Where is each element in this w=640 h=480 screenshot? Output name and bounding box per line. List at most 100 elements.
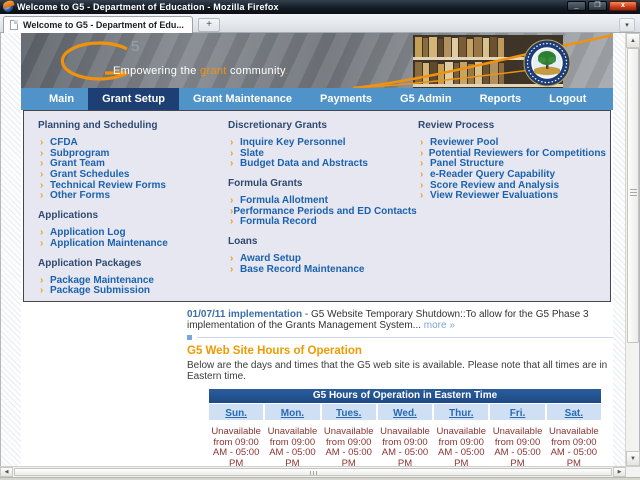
hours-heading: G5 Web Site Hours of Operation — [187, 345, 362, 357]
page-viewport: 5 Empowering the grant community. Main Gr… — [0, 33, 640, 467]
tab-welcome-to-g5[interactable]: Welcome to G5 - Department of Edu... — [3, 16, 193, 33]
vertical-scroll-thumb[interactable] — [627, 48, 639, 343]
scroll-left-icon[interactable]: ◀ — [0, 467, 13, 477]
thumb-grip — [313, 471, 314, 475]
thumb-grip — [316, 471, 317, 475]
news-separator: - — [302, 309, 311, 320]
list-all-tabs-button[interactable]: ▾ — [619, 18, 635, 32]
g5-page: 5 Empowering the grant community. Main Gr… — [21, 33, 613, 467]
day-header-row: Sun. Mon. Tues. Wed. Thur. Fri. Sat. — [209, 404, 601, 420]
section-heading: Review Process — [418, 120, 495, 131]
dropdown-link-package-submission[interactable]: › Package Submission — [38, 285, 226, 297]
vertical-scrollbar[interactable]: ▲ ▼ — [625, 33, 640, 466]
day-link-sun[interactable]: Sun. — [225, 408, 247, 419]
thumb-grip — [630, 189, 637, 190]
day-header-cell: Wed. — [377, 404, 433, 420]
page-icon — [10, 20, 18, 30]
department-of-education-seal — [523, 39, 571, 87]
minimize-button[interactable]: _ — [567, 1, 586, 11]
day-link-sat[interactable]: Sat. — [565, 408, 583, 419]
day-header-cell: Sun. — [209, 404, 264, 420]
tagline-pre: Empowering the — [113, 65, 201, 77]
tagline: Empowering the grant community. — [113, 65, 288, 77]
link-label: Budget Data and Abstracts — [240, 158, 368, 170]
day-link-fri[interactable]: Fri. — [510, 408, 526, 419]
menu-bar: Main Grant Setup Grant Maintenance Payments… — [21, 88, 613, 110]
section-heading: Planning and Scheduling — [38, 120, 158, 131]
horizontal-scrollbar[interactable]: ◀ ▶ — [0, 466, 640, 477]
dropdown-section-application-packages: Application Packages › Package Maintenance… — [38, 258, 226, 297]
dropdown-panel: Planning and Scheduling › CFDA › Subprogram ›… — [23, 110, 611, 302]
dropdown-section-formula-grants: Formula Grants › Formula Allotment › Perform… — [228, 178, 417, 228]
dropdown-link-budget-data-and-abstracts[interactable]: › Budget Data and Abstracts — [228, 159, 416, 170]
availability-cell: Unavailable from 09:00 AM - 05:00 PM — [380, 426, 430, 466]
more-link[interactable]: more » — [424, 320, 455, 331]
menu-item-reports[interactable]: Reports — [466, 88, 536, 110]
day-header-cell: Fri. — [490, 404, 545, 420]
menu-item-grant-setup[interactable]: Grant Setup — [88, 88, 180, 110]
menu-item-grant-maintenance[interactable]: Grant Maintenance — [179, 88, 306, 110]
hours-table: G5 Hours of Operation in Eastern Time Su… — [209, 389, 601, 467]
menu-item-g5-admin[interactable]: G5 Admin — [386, 88, 466, 110]
day-link-wed[interactable]: Wed. — [393, 408, 417, 419]
dropdown-section-loans: Loans › Award Setup › Base Record Maintenanc… — [228, 236, 416, 275]
horizontal-scroll-thumb[interactable] — [14, 468, 612, 476]
dropdown-link-other-forms[interactable]: › Other Forms — [38, 191, 226, 202]
link-label: Package Submission — [50, 285, 151, 297]
section-heading: Applications — [38, 210, 99, 222]
browser-window: Welcome to G5 - Department of Education … — [0, 0, 640, 480]
tab-strip: Welcome to G5 - Department of Edu... + ▾ — [0, 14, 640, 33]
day-link-tues[interactable]: Tues. — [336, 408, 361, 419]
chevron-right-icon: › — [230, 158, 234, 170]
chevron-right-icon: › — [40, 237, 44, 249]
section-heading: Discretionary Grants — [228, 120, 327, 131]
tagline-period: . — [285, 65, 289, 77]
dropdown-section-planning-and-scheduling: Planning and Scheduling › CFDA › Subprogram ›… — [38, 120, 226, 202]
g5-logo: 5 — [60, 38, 139, 81]
chevron-right-icon: › — [230, 263, 234, 275]
dropdown-section-review-process: Review Process › Reviewer Pool › Potential R… — [418, 120, 606, 202]
day-link-mon[interactable]: Mon. — [281, 408, 304, 419]
thumb-grip — [310, 471, 311, 475]
link-label: Application Maintenance — [50, 237, 168, 249]
dropdown-link-view-reviewer-evaluations[interactable]: › View Reviewer Evaluations — [418, 191, 606, 202]
day-link-thur[interactable]: Thur. — [449, 408, 473, 419]
maximize-button[interactable]: ❐ — [588, 1, 607, 11]
dropdown-link-formula-record[interactable]: › Formula Record — [228, 217, 416, 228]
chevron-right-icon: › — [40, 285, 44, 297]
bookshelf-image — [352, 33, 613, 88]
divider-line — [197, 337, 613, 338]
menu-item-payments[interactable]: Payments — [306, 88, 386, 110]
close-button[interactable]: x — [609, 1, 637, 11]
day-header-cell: Thur. — [434, 404, 489, 420]
new-tab-button[interactable]: + — [198, 18, 220, 32]
site-banner: 5 Empowering the grant community. — [21, 33, 613, 88]
hours-body-row: Unavailable from 09:00 AM - 05:00 PM Unav… — [209, 420, 601, 466]
link-label: Formula Record — [240, 216, 317, 228]
section-heading: Loans — [228, 236, 258, 248]
link-label: Other Forms — [50, 190, 111, 202]
scroll-right-icon[interactable]: ▶ — [613, 467, 626, 477]
link-label: Base Record Maintenance — [240, 263, 365, 275]
hours-table-title: G5 Hours of Operation in Eastern Time — [209, 389, 601, 403]
dropdown-column: Discretionary Grants › Inquire Key Personn… — [228, 120, 417, 284]
tab-label: Welcome to G5 - Department of Edu... — [23, 20, 184, 30]
logo-five: 5 — [131, 38, 139, 55]
chevron-right-icon: › — [420, 190, 424, 202]
divider-square — [187, 335, 192, 340]
section-heading: Formula Grants — [228, 178, 303, 190]
dropdown-column: Planning and Scheduling › CFDA › Subprogram ›… — [38, 120, 226, 305]
availability-cell: Unavailable from 09:00 AM - 05:00 PM — [492, 426, 543, 466]
thumb-grip — [630, 195, 637, 196]
menu-item-main[interactable]: Main — [35, 88, 88, 110]
scroll-down-icon[interactable]: ▼ — [626, 451, 640, 466]
menu-item-logout[interactable]: Logout — [535, 88, 600, 110]
news-item: 01/07/11 implementation - G5 Website Tem… — [187, 309, 619, 331]
dropdown-link-base-record-maintenance[interactable]: › Base Record Maintenance — [228, 263, 416, 276]
news-date-link[interactable]: 01/07/11 implementation — [187, 309, 302, 320]
scroll-up-icon[interactable]: ▲ — [626, 33, 640, 48]
tagline-grant: grant — [200, 65, 227, 77]
dropdown-section-discretionary-grants: Discretionary Grants › Inquire Key Personn… — [228, 120, 416, 170]
day-header-cell: Tues. — [321, 404, 376, 420]
dropdown-link-application-maintenance[interactable]: › Application Maintenance — [38, 237, 226, 250]
